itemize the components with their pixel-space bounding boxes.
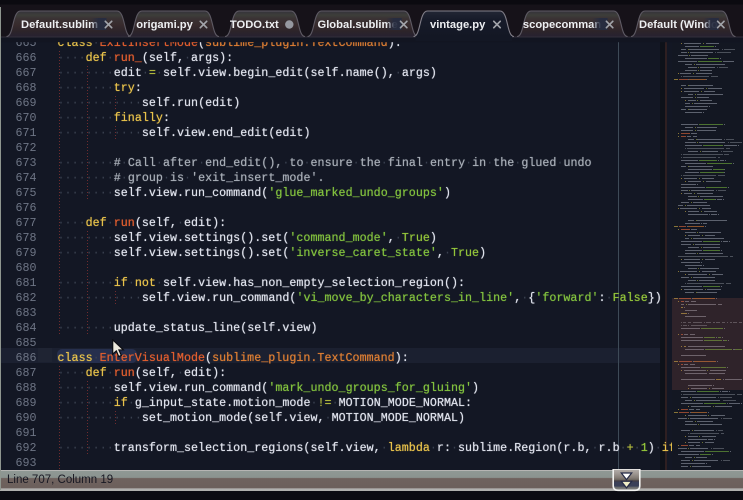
svg-text:TODO.txt: TODO.txt <box>230 19 279 31</box>
svg-text:Global.sublime: Global.sublime <box>318 19 398 31</box>
svg-text:Default.sublim: Default.sublim <box>21 19 98 31</box>
svg-text:origami.py: origami.py <box>136 19 193 31</box>
svg-text:vintage.py: vintage.py <box>430 19 486 31</box>
svg-text:scopecomman: scopecomman <box>523 19 602 31</box>
